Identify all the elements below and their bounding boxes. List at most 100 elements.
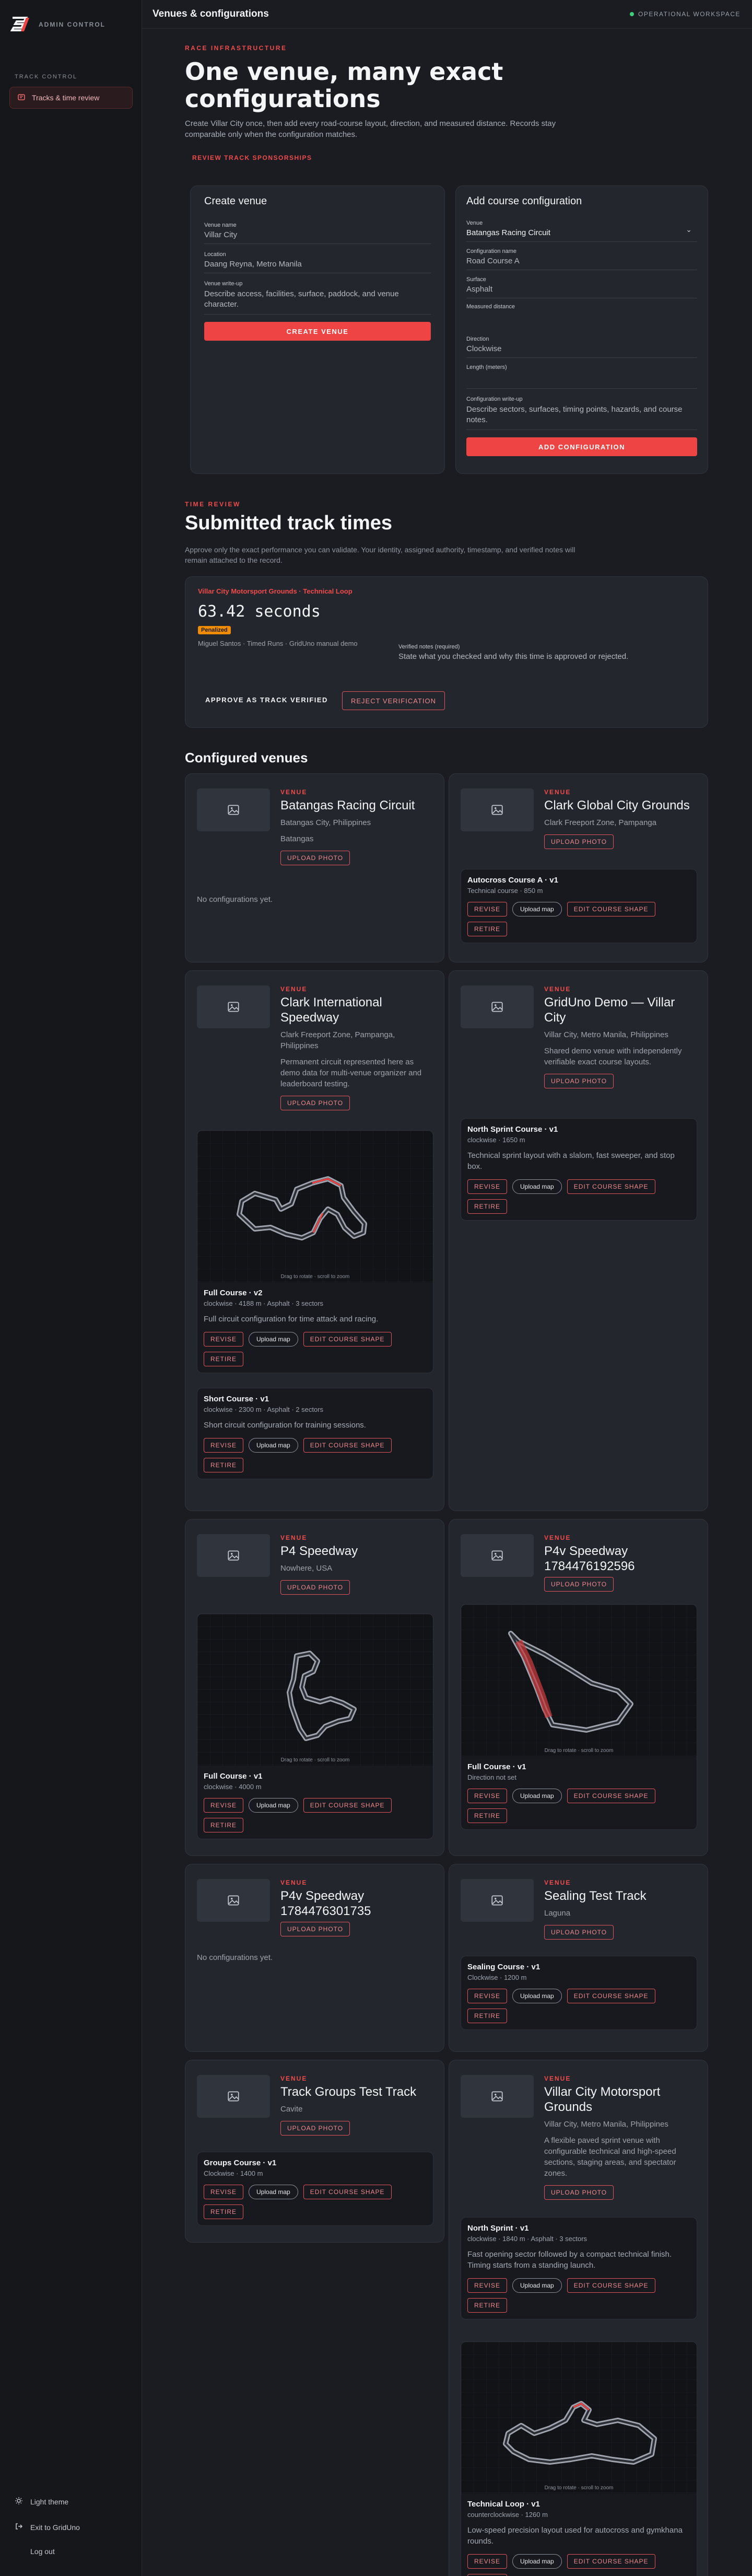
revise-button[interactable]: REVISE (204, 1798, 244, 1813)
upload-map-button[interactable]: Upload map (512, 1989, 562, 2003)
logout-link[interactable]: Log out (30, 2547, 55, 2556)
venue-name-field[interactable]: Venue name Villar City (204, 222, 431, 244)
revise-button[interactable]: REVISE (467, 2554, 508, 2569)
edit-course-shape-button[interactable]: EDIT COURSE SHAPE (567, 1789, 655, 1803)
length-field[interactable]: Length (meters) (466, 364, 697, 389)
venue-select-value[interactable]: Batangas Racing Circuit (466, 228, 697, 237)
retire-button[interactable]: RETIRE (467, 1199, 508, 1214)
revise-button[interactable]: REVISE (467, 2278, 508, 2293)
verified-notes-input[interactable]: State what you checked and why this time… (398, 652, 696, 661)
config-desc: Low-speed precision layout used for auto… (467, 2526, 683, 2546)
upload-map-button[interactable]: Upload map (512, 2278, 562, 2293)
upload-map-button[interactable]: Upload map (512, 1179, 562, 1194)
retire-button[interactable]: RETIRE (467, 2298, 508, 2313)
upload-map-button[interactable]: Upload map (512, 2554, 562, 2569)
edit-course-shape-button[interactable]: EDIT COURSE SHAPE (567, 2278, 655, 2293)
revise-button[interactable]: REVISE (204, 1332, 244, 1347)
flag-icon (17, 93, 26, 103)
venue-name-input[interactable]: Villar City (204, 230, 431, 239)
revise-button[interactable]: REVISE (204, 2185, 244, 2199)
review-sponsorships-link[interactable]: REVIEW TRACK SPONSORSHIPS (192, 154, 312, 161)
upload-photo-button[interactable]: UPLOAD PHOTO (280, 1922, 350, 1936)
venue-location-field[interactable]: Location Daang Reyna, Metro Manila (204, 251, 431, 273)
upload-map-button[interactable]: Upload map (249, 2185, 298, 2199)
edit-course-shape-button[interactable]: EDIT COURSE SHAPE (303, 2185, 392, 2199)
retire-button[interactable]: RETIRE (467, 2009, 508, 2023)
track-map[interactable]: Drag to rotate · scroll to zoom (197, 1614, 433, 1766)
chevron-down-icon[interactable]: ⌄ (686, 225, 692, 234)
config-writeup-input[interactable]: Describe sectors, surfaces, timing point… (466, 404, 697, 425)
upload-photo-button[interactable]: UPLOAD PHOTO (544, 1074, 614, 1088)
upload-photo-button[interactable]: UPLOAD PHOTO (544, 2185, 614, 2200)
venue-select[interactable]: Venue Batangas Racing Circuit ⌄ (466, 220, 697, 242)
upload-photo-button[interactable]: UPLOAD PHOTO (280, 2121, 350, 2136)
edit-course-shape-button[interactable]: EDIT COURSE SHAPE (303, 1798, 392, 1813)
create-venue-button[interactable]: CREATE VENUE (204, 322, 431, 341)
config-name-input[interactable]: Road Course A (466, 257, 697, 265)
venue-eyebrow: VENUE (280, 1879, 308, 1886)
measured-distance-field[interactable]: Measured distance (466, 304, 697, 333)
theme-toggle[interactable]: Light theme (15, 2497, 68, 2507)
sidebar-section-label: TRACK CONTROL (15, 74, 78, 80)
verified-notes-field[interactable]: Verified notes (required) State what you… (398, 644, 696, 661)
track-map-svg[interactable] (461, 1605, 697, 1756)
direction-input[interactable]: Clockwise (466, 344, 697, 353)
retire-button[interactable]: RETIRE (467, 922, 508, 936)
direction-field[interactable]: Direction Clockwise (466, 336, 697, 358)
edit-course-shape-button[interactable]: EDIT COURSE SHAPE (303, 1332, 392, 1347)
status-badge: Penalized (198, 626, 231, 634)
edit-course-shape-button[interactable]: EDIT COURSE SHAPE (567, 2554, 655, 2569)
image-icon (228, 1550, 239, 1561)
surface-input[interactable]: Asphalt (466, 285, 697, 294)
venue-eyebrow: VENUE (280, 1534, 308, 1541)
upload-photo-button[interactable]: UPLOAD PHOTO (544, 834, 614, 849)
edit-course-shape-button[interactable]: EDIT COURSE SHAPE (303, 1438, 392, 1453)
track-map[interactable]: Drag to rotate · scroll to zoom (461, 2342, 697, 2493)
revise-button[interactable]: REVISE (204, 1438, 244, 1453)
venue-writeup-field[interactable]: Venue write-up Describe access, faciliti… (204, 281, 431, 315)
approve-button[interactable]: APPROVE AS TRACK VERIFIED (205, 696, 328, 704)
edit-course-shape-button[interactable]: EDIT COURSE SHAPE (567, 902, 655, 916)
add-configuration-button[interactable]: ADD CONFIGURATION (466, 437, 697, 456)
edit-course-shape-button[interactable]: EDIT COURSE SHAPE (567, 1179, 655, 1194)
venue-name: Clark Global City Grounds (544, 798, 690, 813)
revise-button[interactable]: REVISE (467, 1989, 508, 2003)
upload-map-button[interactable]: Upload map (249, 1332, 298, 1347)
brand[interactable]: ADMIN CONTROL (10, 16, 105, 33)
config-writeup-field[interactable]: Configuration write-up Describe sectors,… (466, 396, 697, 430)
edit-course-shape-button[interactable]: EDIT COURSE SHAPE (567, 1989, 655, 2003)
revise-button[interactable]: REVISE (467, 1179, 508, 1194)
venue-card-track-groups: VENUE Track Groups Test Track Cavite UPL… (185, 2060, 444, 2243)
upload-photo-button[interactable]: UPLOAD PHOTO (544, 1925, 614, 1940)
retire-button[interactable]: RETIRE (204, 1352, 244, 1366)
upload-map-button[interactable]: Upload map (512, 902, 562, 916)
venue-location-input[interactable]: Daang Reyna, Metro Manila (204, 260, 431, 269)
track-map-svg[interactable] (197, 1131, 433, 1282)
retire-button[interactable]: RETIRE (204, 1818, 244, 1832)
reject-button[interactable]: REJECT VERIFICATION (342, 691, 445, 710)
retire-button[interactable]: RETIRE (467, 1808, 508, 1823)
retire-button[interactable]: RETIRE (204, 2204, 244, 2219)
track-map-svg[interactable] (197, 1614, 433, 1766)
upload-photo-button[interactable]: UPLOAD PHOTO (544, 1577, 614, 1592)
sidebar-item-tracks[interactable]: Tracks & time review (9, 87, 133, 109)
retire-button[interactable]: RETIRE (467, 2574, 508, 2576)
revise-button[interactable]: REVISE (467, 902, 508, 916)
exit-link[interactable]: Exit to GridUno (15, 2522, 80, 2532)
upload-photo-button[interactable]: UPLOAD PHOTO (280, 1096, 350, 1110)
track-map[interactable]: Drag to rotate · scroll to zoom (197, 1131, 433, 1282)
upload-map-button[interactable]: Upload map (249, 1798, 298, 1813)
config-card: Groups Course · v1 Clockwise · 1400 m RE… (197, 2152, 433, 2226)
revise-button[interactable]: REVISE (467, 1789, 508, 1803)
venue-name-label: Venue name (204, 222, 237, 228)
upload-map-button[interactable]: Upload map (249, 1438, 298, 1453)
track-map-svg[interactable] (461, 2342, 697, 2493)
upload-photo-button[interactable]: UPLOAD PHOTO (280, 1580, 350, 1595)
upload-photo-button[interactable]: UPLOAD PHOTO (280, 851, 350, 865)
surface-field[interactable]: Surface Asphalt (466, 276, 697, 298)
track-map[interactable]: Drag to rotate · scroll to zoom (461, 1605, 697, 1756)
venue-writeup-input[interactable]: Describe access, facilities, surface, pa… (204, 289, 431, 310)
config-name-field[interactable]: Configuration name Road Course A (466, 248, 697, 270)
retire-button[interactable]: RETIRE (204, 1458, 244, 1472)
upload-map-button[interactable]: Upload map (512, 1789, 562, 1803)
